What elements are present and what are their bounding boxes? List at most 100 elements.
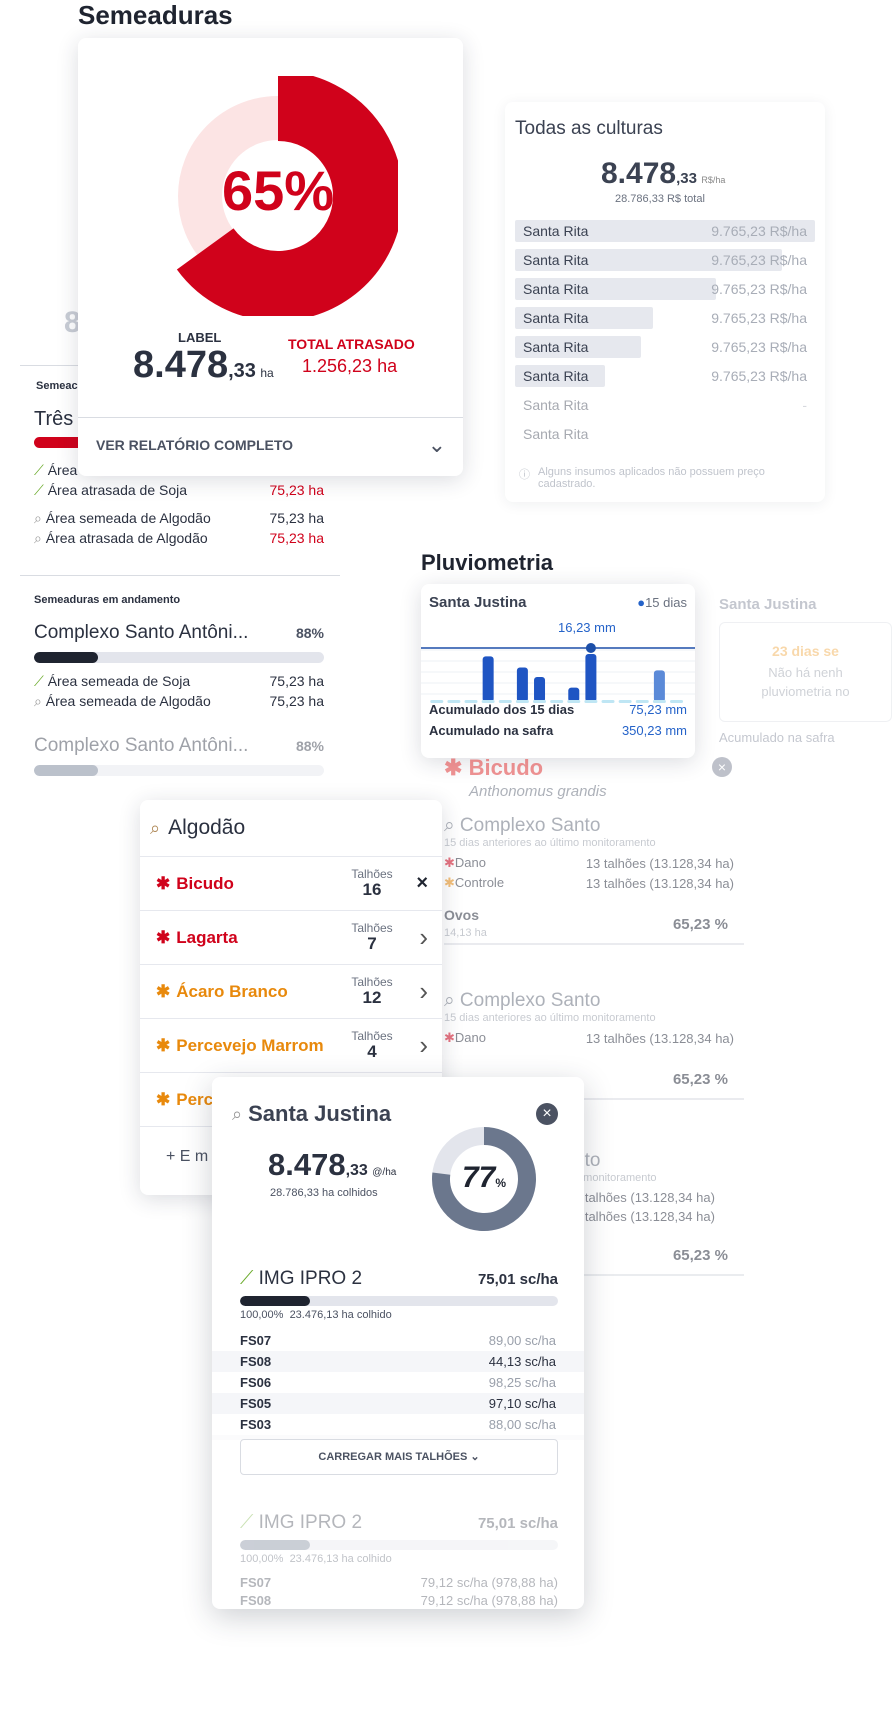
report-link[interactable]: VER RELATÓRIO COMPLETO ⌄ xyxy=(96,430,446,460)
soy-icon: ⟋ xyxy=(240,1268,254,1289)
variety1-fill xyxy=(240,1296,310,1306)
pest-name: Ácaro Branco xyxy=(176,981,288,1001)
culture-name: Santa Rita xyxy=(523,397,589,413)
bicudo-close-icon[interactable]: × xyxy=(712,757,732,777)
talhoes-count: 16 xyxy=(362,879,382,899)
field-name: FS05 xyxy=(240,1396,272,1411)
chevron-right-icon[interactable]: › xyxy=(402,1030,428,1061)
culture-bar[interactable]: Santa Rita 9.765,23 R$/ha xyxy=(515,365,815,387)
field-row[interactable]: FS05 97,10 sc/ha xyxy=(212,1393,584,1414)
algodao-header: ⌕ Algodão xyxy=(140,800,442,856)
field-row[interactable]: FS06 98,25 sc/ha xyxy=(212,1372,584,1393)
variety1[interactable]: ⟋ IMG IPRO 2 75,01 sc/ha 100,00% 23.476,1… xyxy=(240,1268,558,1321)
todas-note: ⓘ Alguns insumos aplicados não possuem pr… xyxy=(519,466,765,490)
culture-value: 9.765,23 R$/ha xyxy=(711,339,807,355)
complex1-row: ⌕ Área semeada de Algodão 75,23 ha xyxy=(34,692,324,710)
culture-bar[interactable]: Santa Rita 9.765,23 R$/ha xyxy=(515,307,815,329)
cotton-icon: ⌕ xyxy=(232,1103,243,1124)
variety2-progress xyxy=(240,1540,558,1550)
talhoes-count: 7 xyxy=(367,933,377,953)
todas-title: Todas as culturas xyxy=(515,118,663,139)
pluvio-days: ●15 dias xyxy=(637,595,687,610)
field-value: 97,10 sc/ha xyxy=(488,1396,556,1411)
complex1-row: ⟋ Área semeada de Soja 75,23 ha xyxy=(34,672,324,690)
pest-row[interactable]: ✱ Percevejo Marrom Talhões 4 › xyxy=(140,1018,442,1072)
todas-value: 8.478,33 R$/ha xyxy=(601,157,726,190)
pluvio-safra: Acumulado na safra 350,23 mm xyxy=(429,723,687,738)
culture-name: Santa Rita xyxy=(523,339,589,355)
complex1-fill xyxy=(34,652,98,663)
variety2[interactable]: ⟋ IMG IPRO 2 75,01 sc/ha 100,00% 23.476,1… xyxy=(240,1512,558,1608)
label-caption: LABEL xyxy=(178,330,222,345)
chevron-right-icon[interactable]: › xyxy=(402,922,428,953)
soy-icon: ⟋ xyxy=(34,461,44,478)
talhoes-label: Talhões xyxy=(351,1028,393,1043)
culture-bar[interactable]: Santa Rita - xyxy=(515,394,815,416)
complex1[interactable]: Complexo Santo Antôni... 88% ⟋ Área semea… xyxy=(34,622,324,711)
pluvio2-text: Não há nenh xyxy=(768,665,843,680)
culture-value: - xyxy=(802,397,807,413)
bg-row: ⌕ Área atrasada de Algodão 75,23 ha xyxy=(34,529,324,547)
bug-icon: ✱ xyxy=(444,855,455,870)
field-value: 44,13 sc/ha xyxy=(488,1354,556,1369)
bug-icon: ✱ xyxy=(156,927,171,947)
atrasado-value: 1.256,23 ha xyxy=(302,356,398,376)
variety1-progress xyxy=(240,1296,558,1306)
pest-row[interactable]: ✱ Lagarta Talhões 7 › xyxy=(140,910,442,964)
complex2[interactable]: Complexo Santo Antôni... 88% xyxy=(34,735,324,776)
chevron-right-icon[interactable]: › xyxy=(402,976,428,1007)
todas-card: Todas as culturas 8.478,33 R$/ha 28.786,… xyxy=(505,102,825,502)
field-name: FS07 xyxy=(240,1333,272,1348)
bug-icon: ✱ xyxy=(156,1089,171,1109)
field-value: 88,00 sc/ha xyxy=(488,1417,556,1432)
culture-value: 9.765,23 R$/ha xyxy=(711,252,807,268)
pluvio-card[interactable]: Santa Justina ●15 dias 16,23 mm Acumulad… xyxy=(421,584,695,758)
culture-name: Santa Rita xyxy=(523,368,589,384)
pest-row[interactable]: ✱ Ácaro Branco Talhões 12 › xyxy=(140,964,442,1018)
soy-icon: ⟋ xyxy=(240,1512,254,1533)
field-value: 98,25 sc/ha xyxy=(488,1375,556,1390)
bg-row: ⟋ Área atrasada de Soja 75,23 ha xyxy=(34,481,324,499)
bug-icon: ✱ xyxy=(444,755,463,780)
field-row[interactable]: FS03 88,00 sc/ha xyxy=(212,1414,584,1435)
variety2-fill xyxy=(240,1540,310,1550)
bicudo-title: ✱ Bicudo xyxy=(444,755,544,780)
culture-bar[interactable]: Santa Rita xyxy=(515,423,815,445)
cotton-icon: ⌕ xyxy=(34,509,42,526)
pest-name: Perc xyxy=(176,1089,214,1109)
pluvio2-acum: Acumulado na safra xyxy=(719,730,835,745)
andamento-title: Semeaduras em andamento xyxy=(34,594,181,606)
cotton-icon: ⌕ xyxy=(34,529,42,546)
divider xyxy=(78,417,463,418)
culture-bar[interactable]: Santa Rita 9.765,23 R$/ha xyxy=(515,278,815,300)
rain-bar xyxy=(568,687,580,702)
field-name: FS03 xyxy=(240,1417,272,1432)
water-drop-icon: ● xyxy=(637,595,646,610)
talhoes-label: Talhões xyxy=(351,974,393,989)
pluvio-card-2[interactable]: Santa Justina 23 dias se Não há nenh plu… xyxy=(713,584,892,758)
culture-name: Santa Rita xyxy=(523,252,589,268)
bug-icon: ✱ xyxy=(444,1030,455,1045)
complex2-progress xyxy=(34,765,324,776)
pest-row[interactable]: ✱ Bicudo Talhões 16 × xyxy=(140,856,442,910)
rain-bar xyxy=(482,656,494,702)
culture-bar[interactable]: Santa Rita 9.765,23 R$/ha xyxy=(515,336,815,358)
pluvio2-box: 23 dias se Não há nenh pluviometria no xyxy=(719,622,892,722)
pluvio-title: Pluviometria xyxy=(421,550,554,575)
santa-colhidos: 28.786,33 ha colhidos xyxy=(270,1187,378,1199)
field-row[interactable]: FS08 44,13 sc/ha xyxy=(212,1351,584,1372)
close-icon[interactable]: × xyxy=(402,872,428,895)
santa-card: ⌕ Santa Justina × 8.478,33 @/ha 28.786,3… xyxy=(212,1077,584,1609)
talhoes-count: 4 xyxy=(367,1041,377,1061)
load-more-button[interactable]: CARREGAR MAIS TALHÕES ⌄ xyxy=(240,1439,558,1475)
complex1-pct: 88% xyxy=(295,625,324,641)
pluvio2-alert: 23 dias se xyxy=(772,643,839,659)
culture-bar[interactable]: Santa Rita 9.765,23 R$/ha xyxy=(515,220,815,242)
culture-bar[interactable]: Santa Rita 9.765,23 R$/ha xyxy=(515,249,815,271)
complex2-name: Complexo Santo Antôni... xyxy=(34,735,249,756)
field-row[interactable]: FS07 89,00 sc/ha xyxy=(212,1330,584,1351)
bicudo-sci: Anthonomus grandis xyxy=(469,783,607,800)
field-value: 89,00 sc/ha xyxy=(488,1333,556,1348)
pest-name: Bicudo xyxy=(176,873,234,893)
line-marker xyxy=(585,643,596,653)
